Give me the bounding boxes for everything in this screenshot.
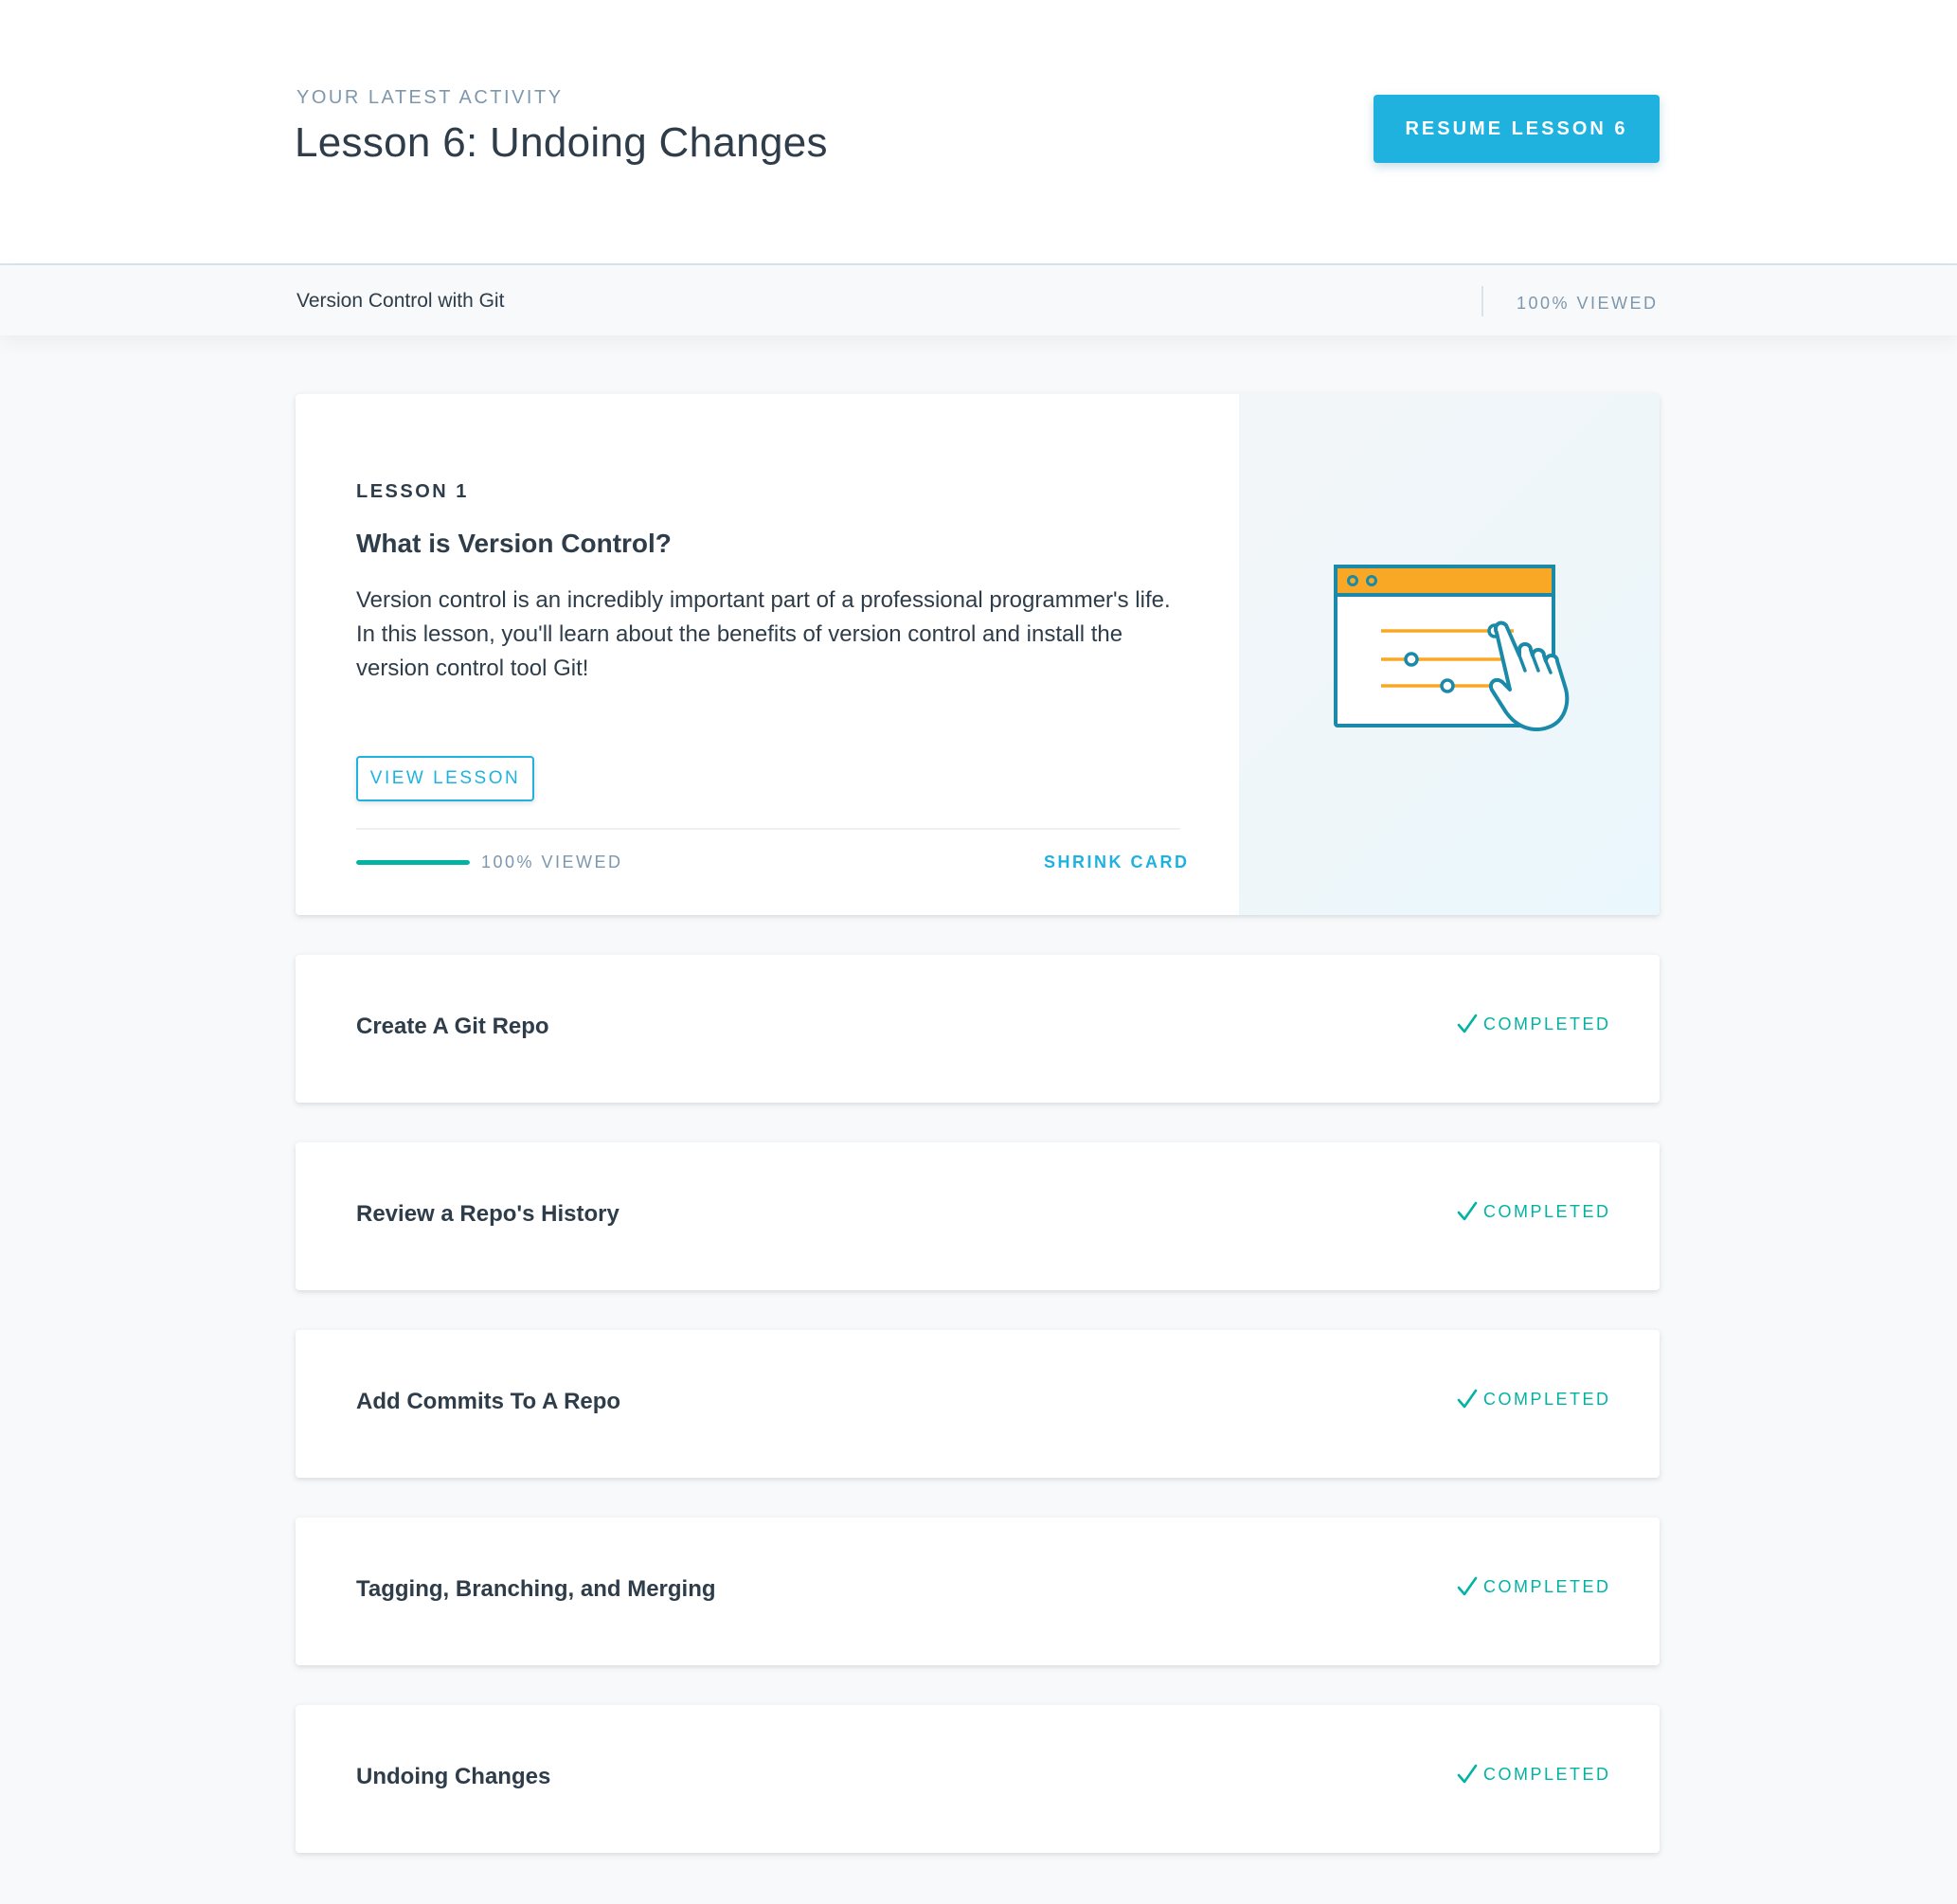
- lesson-status-text: COMPLETED: [1483, 1764, 1611, 1784]
- lesson-status-text: COMPLETED: [1483, 1389, 1611, 1409]
- lesson-card-title: Undoing Changes: [356, 1764, 551, 1789]
- lesson-status: COMPLETED: [1457, 1389, 1611, 1410]
- checkmark-icon: [1457, 1576, 1478, 1596]
- course-bar-divider: [1481, 286, 1483, 316]
- lesson-progress-text: 100% VIEWED: [481, 853, 623, 871]
- lesson-card-expanded: LESSON 1 What is Version Control? Versio…: [296, 394, 1660, 915]
- card-divider: [356, 828, 1180, 830]
- resume-lesson-button[interactable]: RESUME LESSON 6: [1373, 95, 1660, 163]
- lesson-card-title: Review a Repo's History: [356, 1201, 619, 1227]
- checkmark-icon: [1457, 1764, 1478, 1784]
- lesson-status: COMPLETED: [1457, 1201, 1611, 1222]
- lesson-status: COMPLETED: [1457, 1576, 1611, 1597]
- checkmark-icon: [1457, 1201, 1478, 1221]
- lesson-card[interactable]: Tagging, Branching, and Merging COMPLETE…: [296, 1518, 1660, 1665]
- lesson-status: COMPLETED: [1457, 1014, 1611, 1034]
- course-progress-text: 100% VIEWED: [1517, 294, 1659, 313]
- browser-window-hand-pointer-icon: [1334, 565, 1570, 731]
- shrink-card-link[interactable]: SHRINK CARD: [1044, 853, 1190, 872]
- checkmark-icon: [1457, 1389, 1478, 1409]
- lesson-card-title: Tagging, Branching, and Merging: [356, 1576, 716, 1602]
- lesson-illustration-panel: [1239, 394, 1660, 915]
- lesson-progress-fill: [356, 860, 470, 865]
- latest-activity-title: Lesson 6: Undoing Changes: [295, 119, 828, 166]
- checkmark-icon: [1457, 1014, 1478, 1033]
- lesson-number-label: LESSON 1: [356, 481, 469, 502]
- lesson-title: What is Version Control?: [356, 529, 672, 558]
- lesson-card-title: Create A Git Repo: [356, 1014, 549, 1039]
- lesson-status-text: COMPLETED: [1483, 1576, 1611, 1596]
- lesson-card[interactable]: Create A Git Repo COMPLETED: [296, 955, 1660, 1103]
- lesson-card[interactable]: Add Commits To A Repo COMPLETED: [296, 1330, 1660, 1478]
- lesson-description: Version control is an incredibly importa…: [356, 587, 1171, 681]
- lesson-card[interactable]: Undoing Changes COMPLETED: [296, 1705, 1660, 1853]
- lesson-status-text: COMPLETED: [1483, 1201, 1611, 1221]
- lesson-card[interactable]: Review a Repo's History COMPLETED: [296, 1142, 1660, 1290]
- lesson-card-title: Add Commits To A Repo: [356, 1389, 621, 1414]
- view-lesson-button[interactable]: VIEW LESSON: [356, 756, 534, 801]
- latest-activity-label: YOUR LATEST ACTIVITY: [296, 87, 564, 108]
- course-name: Version Control with Git: [296, 290, 505, 312]
- lesson-progress-bar: [356, 860, 470, 865]
- course-bar: Version Control with Git 100% VIEWED: [0, 265, 1957, 335]
- lesson-status: COMPLETED: [1457, 1764, 1611, 1785]
- latest-activity-header: YOUR LATEST ACTIVITY Lesson 6: Undoing C…: [0, 0, 1957, 265]
- lesson-status-text: COMPLETED: [1483, 1014, 1611, 1033]
